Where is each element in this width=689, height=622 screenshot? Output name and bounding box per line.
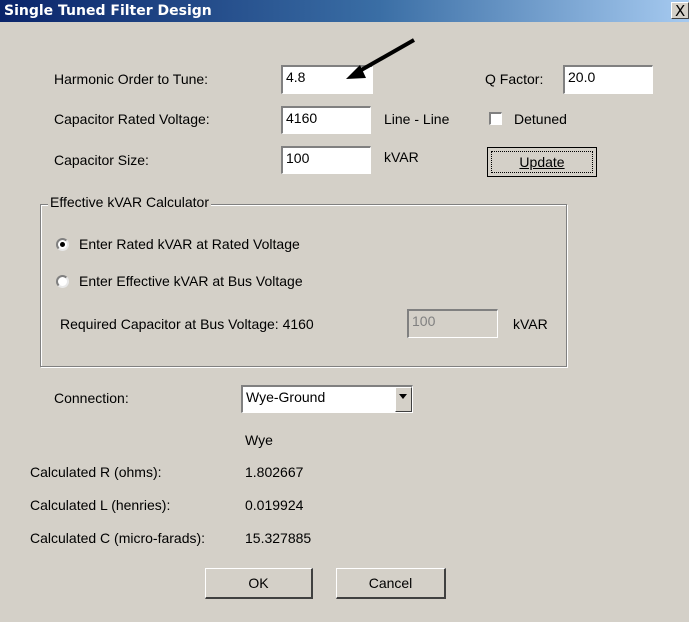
dialog-window: Single Tuned Filter Design X Harmonic Or…: [0, 0, 689, 622]
arrow-pointer-icon: [346, 38, 415, 79]
